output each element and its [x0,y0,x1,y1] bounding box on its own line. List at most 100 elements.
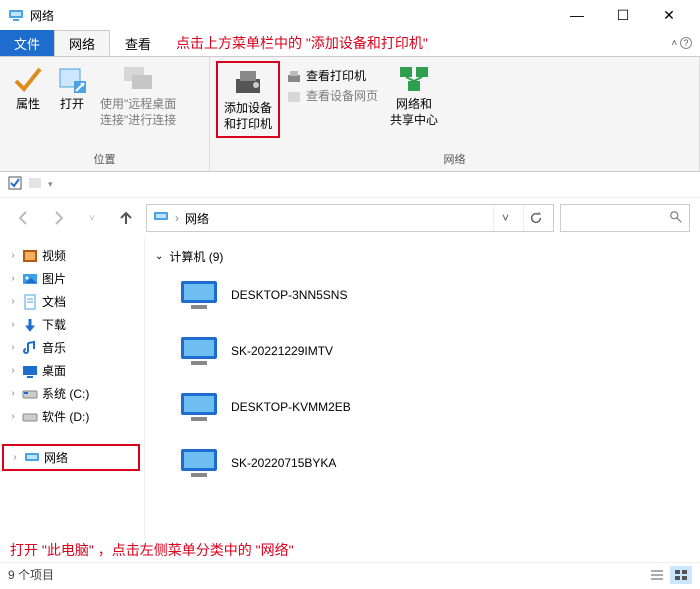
computer-item[interactable]: DESKTOP-3NN5SNS [155,273,690,329]
address-bar[interactable]: › 网络 ˅ [146,204,554,232]
content-pane: ⌄ 计算机 (9) DESKTOP-3NN5SNS SK-20221229IMT… [145,238,700,538]
documents-icon [22,294,38,310]
annotation-top: 点击上方菜单栏中的 "添加设备和打印机" [176,30,428,56]
network-icon [8,7,24,23]
computer-name: DESKTOP-3NN5SNS [231,288,347,302]
qat-checkbox[interactable] [8,176,22,193]
computer-icon [179,279,219,311]
sidebar-item-downloads[interactable]: ›下载 [0,313,144,336]
computer-name: SK-20221229IMTV [231,344,333,358]
computer-icon [179,447,219,479]
minimize-button[interactable]: — [554,0,600,30]
forward-button[interactable] [44,204,72,232]
printer-icon [286,69,302,85]
tab-view[interactable]: 查看 [110,30,166,56]
back-button[interactable] [10,204,38,232]
view-device-page-label: 查看设备网页 [306,89,378,105]
view-printers-label: 查看打印机 [306,69,366,85]
rdp-icon [122,63,154,95]
device-page-icon [286,89,302,105]
sidebar-item-documents[interactable]: ›文档 [0,290,144,313]
drive-icon [22,409,38,425]
maximize-button[interactable]: ☐ [600,0,646,30]
search-input[interactable] [560,204,690,232]
sidebar-item-drive-c[interactable]: ›系统 (C:) [0,382,144,405]
breadcrumb-network[interactable]: 网络 [185,210,209,227]
address-network-icon [153,209,169,228]
open-label: 打开 [60,97,84,113]
sidebar-item-music[interactable]: ›音乐 [0,336,144,359]
view-device-page-button[interactable]: 查看设备网页 [286,87,378,107]
network-icon [24,450,40,466]
drive-icon [22,386,38,402]
add-devices-printers-button[interactable]: 添加设备 和打印机 [216,61,280,138]
rdp-button[interactable]: 使用"远程桌面 连接"进行连接 [94,61,182,130]
sidebar-item-videos[interactable]: ›视频 [0,244,144,267]
net-share-label-2: 共享中心 [390,113,438,129]
printer-add-icon [232,67,264,99]
tab-file[interactable]: 文件 [0,30,54,56]
video-icon [22,248,38,264]
net-share-label-1: 网络和 [396,97,432,113]
recent-dropdown[interactable]: ˅ [78,204,106,232]
computer-name: DESKTOP-KVMM2EB [231,400,351,414]
computer-name: SK-20220715BYKA [231,456,336,470]
annotation-bottom: 打开 "此电脑" ，点击左侧菜单分类中的 "网络" [0,538,700,562]
help-icon: ? [680,37,692,49]
properties-button[interactable]: 属性 [6,61,50,115]
music-icon [22,340,38,356]
quick-access-toolbar: ▾ [0,172,700,198]
main-area: ›视频 ›图片 ›文档 ›下载 ›音乐 ›桌面 ›系统 (C:) ›软件 (D:… [0,238,700,538]
ribbon-tabs: 文件 网络 查看 点击上方菜单栏中的 "添加设备和打印机" ˄ ? [0,30,700,56]
address-dropdown[interactable]: ˅ [493,205,517,231]
close-button[interactable]: ✕ [646,0,692,30]
breadcrumb-sep: › [175,211,179,225]
computer-item[interactable]: DESKTOP-KVMM2EB [155,385,690,441]
network-center-icon [398,63,430,95]
status-item-count: 9 个项目 [8,566,54,583]
chevron-up-icon: ˄ [671,38,677,49]
rdp-label-1: 使用"远程桌面 [100,97,176,113]
titlebar: 网络 — ☐ ✕ [0,0,700,30]
refresh-button[interactable] [523,205,547,231]
properties-label: 属性 [16,97,40,113]
sidebar-item-pictures[interactable]: ›图片 [0,267,144,290]
desktop-icon [22,363,38,379]
view-printers-button[interactable]: 查看打印机 [286,67,366,87]
computer-item[interactable]: SK-20221229IMTV [155,329,690,385]
computer-icon [179,335,219,367]
group-header-label: 计算机 (9) [169,248,223,265]
pictures-icon [22,271,38,287]
qat-dropdown-icon[interactable]: ▾ [48,179,53,190]
view-details-button[interactable] [646,566,668,584]
add-devices-label-2: 和打印机 [224,117,272,133]
window-title: 网络 [30,7,54,24]
add-devices-label-1: 添加设备 [224,101,272,117]
up-button[interactable] [112,204,140,232]
tab-network[interactable]: 网络 [54,30,110,56]
group-network-label: 网络 [210,149,699,171]
sidebar-item-network[interactable]: ›网络 [2,444,140,471]
navigation-bar: ˅ › 网络 ˅ [0,198,700,238]
ribbon-small-group: 查看打印机 查看设备网页 [280,61,384,109]
view-large-icons-button[interactable] [670,566,692,584]
open-button[interactable]: 打开 [50,61,94,115]
qat-item-icon[interactable] [28,176,42,193]
ribbon: 属性 打开 使用"远程桌面 连接"进行连接 位置 [0,56,700,172]
computer-item[interactable]: SK-20220715BYKA [155,441,690,497]
open-icon [56,63,88,95]
sidebar-item-drive-d[interactable]: ›软件 (D:) [0,405,144,428]
downloads-icon [22,317,38,333]
chevron-down-icon: ⌄ [155,251,163,262]
ribbon-collapse-button[interactable]: ˄ ? [671,30,692,56]
rdp-label-2: 连接"进行连接 [100,113,176,129]
sidebar: ›视频 ›图片 ›文档 ›下载 ›音乐 ›桌面 ›系统 (C:) ›软件 (D:… [0,238,145,538]
status-bar: 9 个项目 [0,562,700,586]
checkmark-icon [12,63,44,95]
sidebar-item-desktop[interactable]: ›桌面 [0,359,144,382]
network-sharing-center-button[interactable]: 网络和 共享中心 [384,61,444,130]
group-header-computers[interactable]: ⌄ 计算机 (9) [155,244,690,273]
computer-icon [179,391,219,423]
search-icon [669,210,683,227]
group-location-label: 位置 [0,149,209,171]
